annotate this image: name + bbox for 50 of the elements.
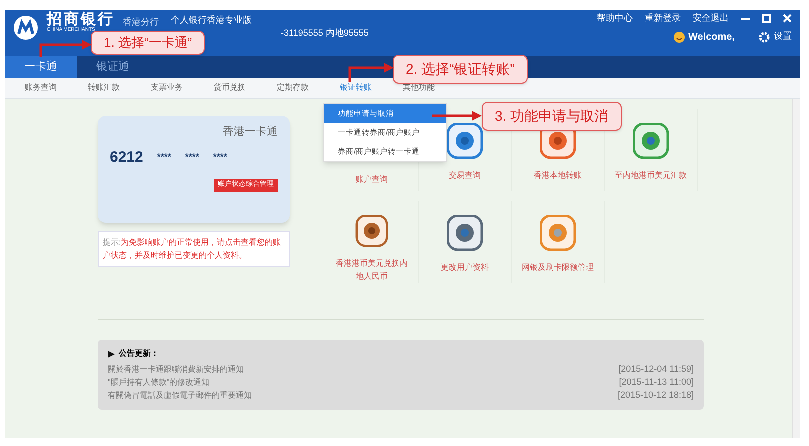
logo-text: 招商银行 — [47, 12, 115, 27]
announcement-title: 公告更新： — [119, 348, 159, 360]
card-mask: **** — [213, 151, 228, 164]
card-mask: **** — [157, 151, 172, 164]
card-title: 香港一卡通 — [223, 124, 278, 140]
branch-label: 香港分行 — [123, 16, 159, 29]
subnav-item[interactable]: 定期存款 — [277, 82, 309, 94]
service-link[interactable]: 香港港币美元兑换内地人民币 — [334, 257, 410, 283]
card-mask: **** — [185, 151, 200, 164]
notice-text: 提示:为免影响账户的正常使用，请点击查看您的账户状态，并及时维护已变更的个人资料。 — [103, 237, 282, 262]
smiley-icon — [674, 32, 684, 42]
subnav-item[interactable]: 转账汇款 — [88, 82, 120, 94]
edition-label: 个人银行香港专业版 — [171, 15, 253, 26]
annotation-callout: 1. 选择“一卡通” — [91, 31, 206, 54]
annotation-arrow — [432, 110, 482, 122]
header-link[interactable]: 帮助中心 — [597, 12, 633, 26]
subnav-item[interactable]: 支票业务 — [151, 82, 183, 94]
card-number: 6212 — [110, 148, 144, 168]
annotation-callout: 2. 选择“银证转账” — [393, 55, 528, 84]
service-link[interactable]: 账户查询 — [334, 173, 410, 186]
announcement-date: [2015-12-04 11:59] — [618, 363, 694, 376]
tab[interactable]: 银证通 — [77, 56, 149, 78]
welcome-text: Welcome, — [688, 30, 735, 44]
subnav-item[interactable]: 货币兑换 — [214, 82, 246, 94]
service-link[interactable]: 网银及刷卡限额管理 — [520, 261, 596, 274]
subnav-item[interactable]: 其他功能 — [403, 82, 435, 94]
service-link[interactable]: 更改用户资料 — [427, 261, 503, 274]
subnav-item[interactable]: 账务查询 — [25, 82, 57, 94]
announcement-date: [2015-11-13 11:00] — [619, 376, 694, 389]
announcement-date: [2015-10-12 18:18] — [618, 389, 694, 402]
annotation-arrow — [347, 62, 394, 82]
service-link[interactable]: 香港本地转账 — [520, 169, 596, 182]
service-link[interactable]: 至内地港币美元汇款 — [613, 169, 689, 182]
maximize-icon[interactable] — [762, 14, 771, 24]
annotation-arrow — [38, 39, 92, 57]
triangle-icon — [108, 350, 115, 358]
settings-icon[interactable] — [759, 32, 770, 42]
subnav-item[interactable]: 银证转账 — [340, 82, 372, 94]
hotline-text: -31195555 内地95555 — [281, 28, 369, 40]
tab[interactable]: 一卡通 — [5, 56, 77, 78]
announcement-link[interactable]: 關於香港一卡通跟聯消費新安排的通知 — [108, 363, 244, 376]
logo-icon — [13, 15, 39, 41]
header-link[interactable]: 安全退出 — [693, 12, 729, 26]
service-link[interactable]: 交易查询 — [427, 169, 503, 182]
header-link[interactable]: 重新登录 — [645, 12, 681, 26]
annotation-callout: 3. 功能申请与取消 — [482, 102, 622, 131]
announcement-link[interactable]: 有關偽冒電話及虛假電子郵件的重要通知 — [108, 389, 252, 402]
announcement-link[interactable]: "賬戶持有人條款"的修改通知 — [108, 376, 210, 389]
close-icon[interactable] — [783, 14, 792, 24]
settings-link[interactable]: 设置 — [774, 30, 792, 44]
